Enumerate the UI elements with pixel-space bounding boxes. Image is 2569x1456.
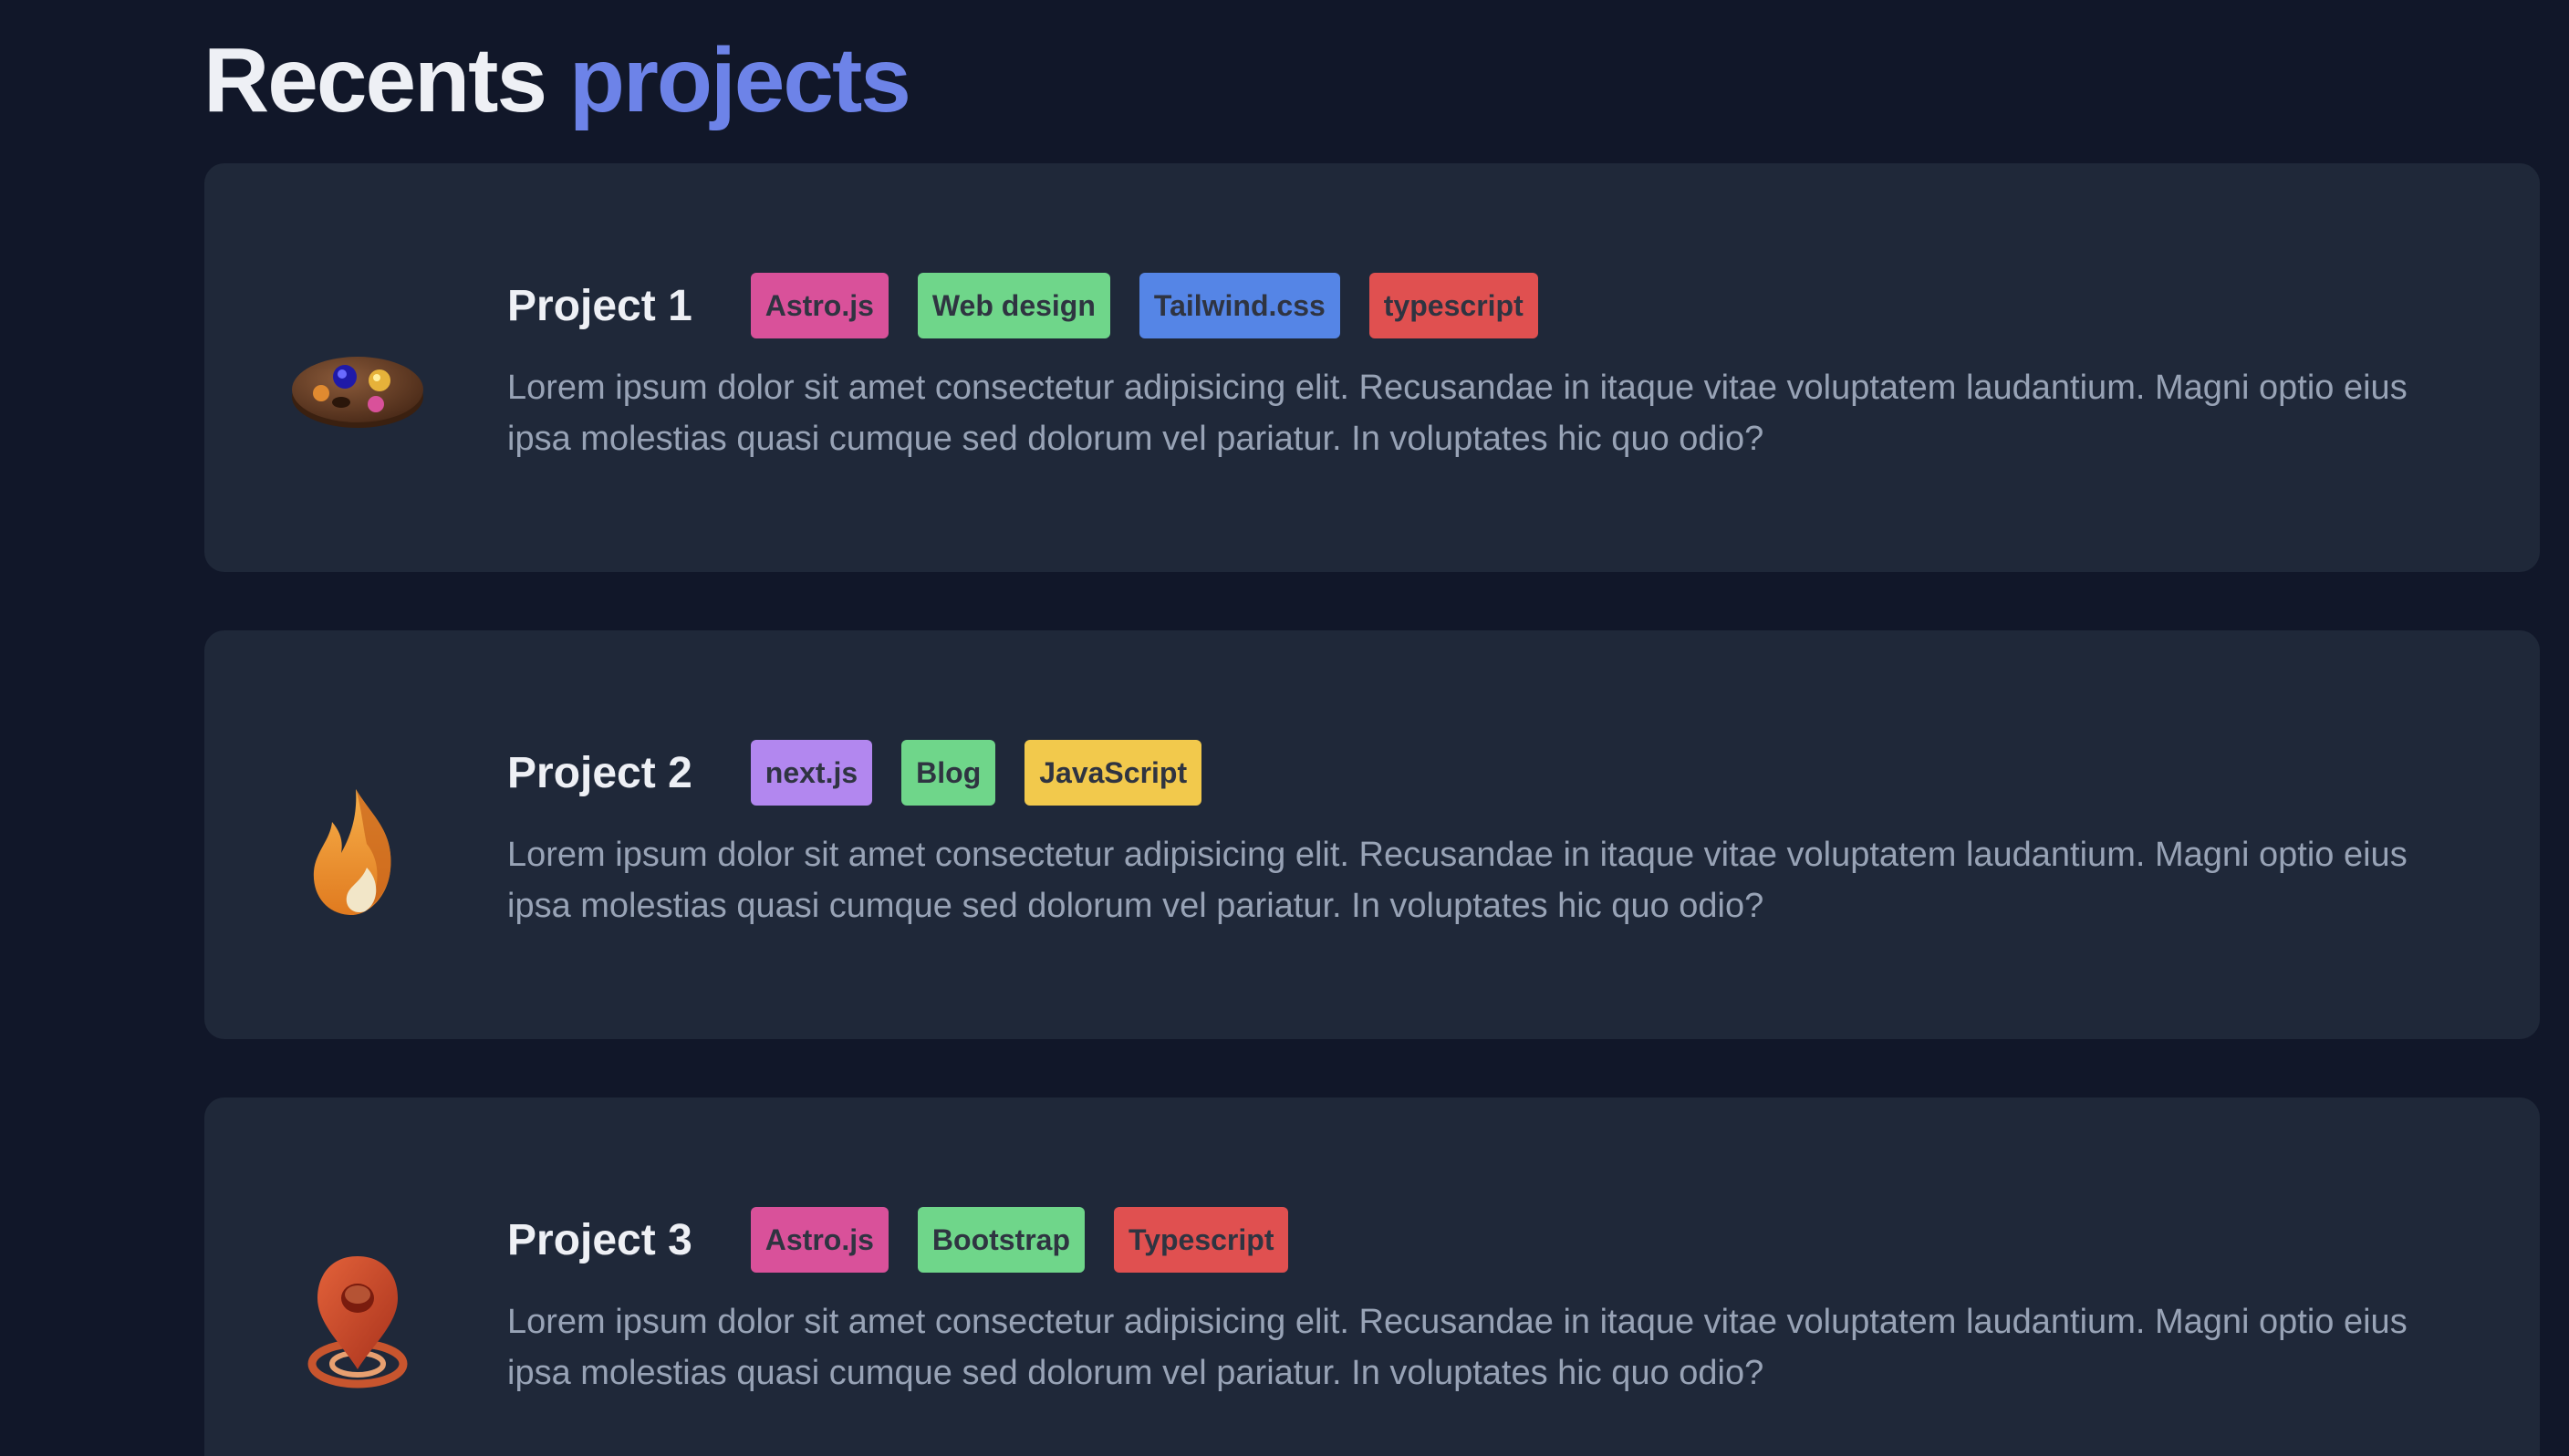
tag-badge: typescript xyxy=(1368,273,1538,338)
tag-badge: Astro.js xyxy=(750,273,889,338)
heading-word-recents: Recents xyxy=(203,29,547,131)
project-card-3[interactable]: Project 3 Astro.js Bootstrap Typescript … xyxy=(204,1097,2540,1456)
palette-icon xyxy=(285,313,431,459)
tag-badge: Tailwind.css xyxy=(1139,273,1340,338)
project-card-1[interactable]: Project 1 Astro.js Web design Tailwind.c… xyxy=(204,163,2540,572)
fire-icon xyxy=(285,780,431,926)
project-card-2[interactable]: Project 2 next.js Blog JavaScript Lorem … xyxy=(204,630,2540,1039)
tag-badge: Bootstrap xyxy=(917,1207,1086,1273)
project-header: Project 3 Astro.js Bootstrap Typescript xyxy=(507,1207,1317,1273)
tag-badge: Blog xyxy=(901,740,996,806)
tag-badge: Typescript xyxy=(1114,1207,1289,1273)
project-title: Project 2 xyxy=(507,748,692,797)
tag-badge: JavaScript xyxy=(1024,740,1202,806)
map-pin-icon xyxy=(285,1247,431,1393)
section-heading: Recents projects xyxy=(203,26,911,135)
project-description: Lorem ipsum dolor sit amet consectetur a… xyxy=(507,1303,2408,1392)
project-description: Lorem ipsum dolor sit amet consectetur a… xyxy=(507,369,2408,458)
page: Recents projects Project 1 Astro.js Web … xyxy=(0,0,2569,1456)
project-title: Project 3 xyxy=(507,1215,692,1264)
project-header: Project 2 next.js Blog JavaScript xyxy=(507,740,1231,806)
heading-word-projects: projects xyxy=(568,29,911,131)
tag-badge: Astro.js xyxy=(750,1207,889,1273)
tag-badge: Web design xyxy=(917,273,1110,338)
project-header: Project 1 Astro.js Web design Tailwind.c… xyxy=(507,273,1567,338)
tag-badge: next.js xyxy=(750,740,873,806)
project-description: Lorem ipsum dolor sit amet consectetur a… xyxy=(507,836,2408,925)
project-title: Project 1 xyxy=(507,281,692,330)
